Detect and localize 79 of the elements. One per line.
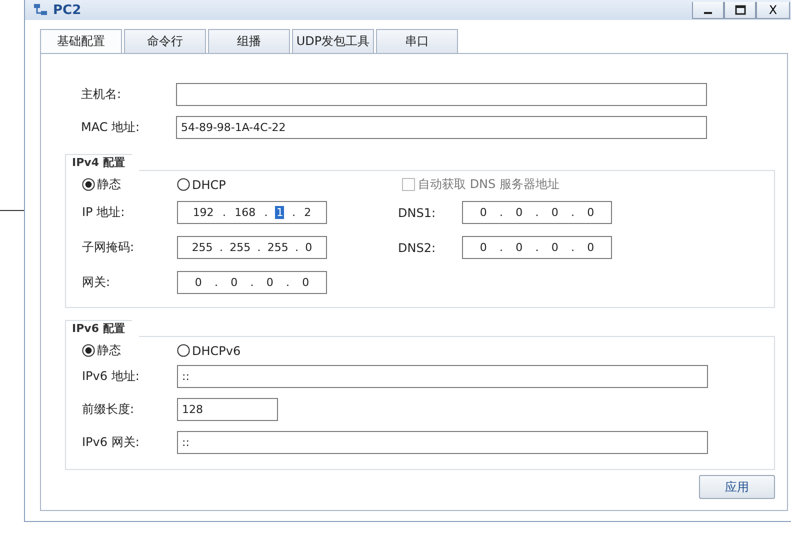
octet-separator: . [286,276,290,289]
field-label: DNS1: [398,206,437,220]
octet-separator: . [499,206,503,219]
network-icon [33,3,49,17]
octet-value: 0 [304,241,314,254]
mac-address-field[interactable]: 54-89-98-1A-4C-22 [176,116,707,139]
group-title: IPv6 配置 [65,320,140,337]
radio-button[interactable] [82,344,95,357]
octet-value: 0 [194,276,203,289]
tab[interactable]: 组播 [208,29,290,53]
field-label: 子网掩码: [82,239,136,256]
minimize-icon [704,12,712,14]
field-label: DNS2: [398,240,437,254]
octet-value: 0 [550,206,560,219]
field-label: 前缀长度: [82,401,136,418]
ip-address-field[interactable]: 192 . 168 . 1 . 2 [177,201,327,224]
apply-button[interactable]: 应用 [699,475,775,499]
ip-address-field[interactable]: 0 . 0 . 0 . 0 [177,271,327,294]
octet-separator: . [571,206,575,219]
field-label: IPv6 地址: [82,368,140,385]
radio-button[interactable] [177,178,190,191]
octet-value: 192 [192,206,215,219]
tab[interactable]: 基础配置 [40,29,122,53]
octet-value: 168 [234,206,257,219]
maximize-icon [734,4,746,14]
octet-separator: . [535,241,539,254]
octet-value: 255 [190,241,214,254]
octet-separator: . [222,206,226,219]
octet-value: 0 [586,206,596,219]
octet-value: 0 [478,206,488,219]
prefix-length-field[interactable]: 128 [177,398,278,421]
hostname-field[interactable] [176,83,707,106]
radio-button[interactable] [82,178,95,191]
close-button[interactable]: X [756,2,790,18]
octet-value: 0 [550,241,560,254]
octet-value: 2 [303,206,312,219]
window-title: PC2 [53,2,82,18]
octet-value: 0 [514,241,524,254]
tab[interactable]: UDP发包工具 [292,29,374,53]
maximize-button[interactable] [724,2,756,18]
radio-button[interactable] [177,344,190,357]
field-label: 主机名: [81,86,122,103]
octet-value: 0 [265,276,274,289]
checkbox-label: 自动获取 DNS 服务器地址 [418,176,560,193]
octet-separator: . [219,241,223,254]
ip-address-field[interactable]: 255 . 255 . 255 . 0 [177,236,327,259]
field-label: MAC 地址: [81,119,141,136]
radio-label: DHCPv6 [192,344,241,358]
radio-label: DHCP [192,178,226,192]
octet-separator: . [535,206,539,219]
field-label: IPv6 网关: [82,434,140,451]
radio-label: 静态 [97,342,121,359]
octet-separator: . [499,241,503,254]
octet-separator: . [264,206,268,219]
octet-value: 0 [230,276,239,289]
ipv6-address-field[interactable]: :: [177,365,708,388]
octet-value: 0 [586,241,596,254]
tab[interactable]: 命令行 [124,29,206,53]
octet-separator: . [295,241,299,254]
octet-separator: . [214,276,218,289]
ip-address-field[interactable]: 0 . 0 . 0 . 0 [462,201,612,224]
octet-separator: . [571,241,575,254]
octet-value: 0 [301,276,310,289]
octet-value: 0 [514,206,524,219]
minimize-button[interactable] [692,2,724,18]
octet-value: 0 [478,241,488,254]
field-label: 网关: [82,274,112,291]
octet-separator: . [250,276,254,289]
octet-value: 1 [275,206,284,219]
octet-value: 255 [266,241,290,254]
ipv6-gateway-field[interactable]: :: [177,431,708,454]
octet-value: 255 [228,241,252,254]
radio-label: 静态 [97,176,121,193]
field-label: IP 地址: [82,204,126,221]
octet-separator: . [292,206,296,219]
group-title: IPv4 配置 [65,154,140,171]
ip-address-field[interactable]: 0 . 0 . 0 . 0 [462,236,612,259]
octet-separator: . [257,241,261,254]
tab[interactable]: 串口 [376,29,458,53]
